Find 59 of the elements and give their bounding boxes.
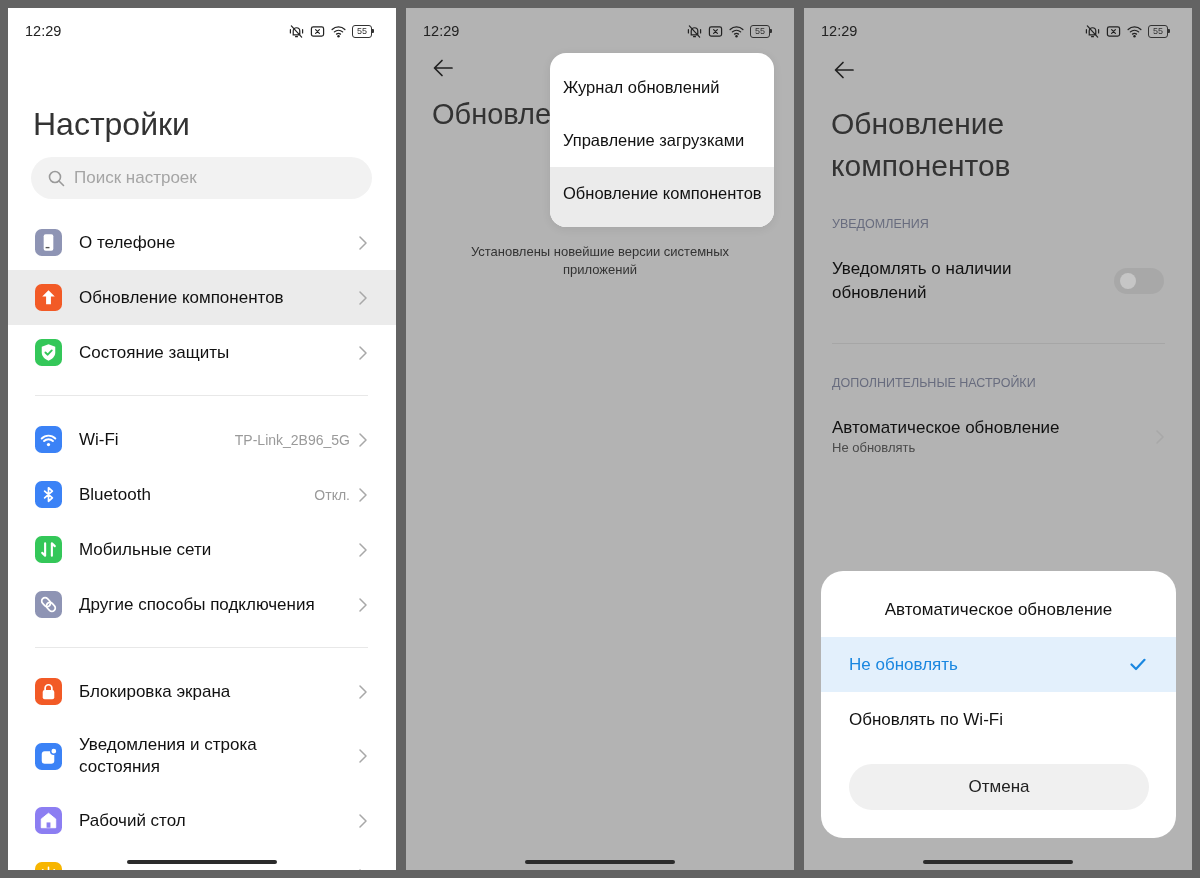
search-icon: [48, 169, 65, 187]
battery-indicator: 55: [750, 24, 772, 38]
chevron-right-icon: [359, 749, 367, 763]
item-value: Откл.: [314, 486, 350, 503]
settings-item[interactable]: Блокировка экрана: [8, 664, 396, 719]
battery-indicator: 55: [1148, 24, 1170, 38]
muted-bell-icon: [1085, 23, 1100, 39]
settings-item[interactable]: Обновление компонентов: [8, 270, 396, 325]
dialog-title: Автоматическое обновление: [883, 599, 1114, 621]
settings-item[interactable]: Уведомления и строка состояния: [8, 719, 396, 793]
chevron-right-icon: [359, 813, 367, 828]
no-sim-icon: [310, 23, 325, 39]
chevron-right-icon: [359, 487, 367, 502]
settings-item[interactable]: Рабочий стол: [8, 793, 396, 848]
wifi-signal-icon: [729, 23, 744, 39]
menu-item[interactable]: Управление загрузками: [550, 114, 774, 167]
chevron-right-icon: [359, 290, 367, 305]
page-title: Обновле: [432, 97, 552, 132]
setting-label: Уведомлять о наличии обновлений: [832, 258, 1013, 304]
setting-value: Не обновлять: [832, 439, 917, 457]
section-header: УВЕДОМЛЕНИЯ: [832, 216, 930, 232]
wifi-signal-icon: [1127, 23, 1142, 39]
no-sim-icon: [1106, 23, 1121, 39]
no-sim-icon: [708, 23, 723, 39]
checkmark-icon: [1130, 658, 1146, 671]
wifi-signal-icon: [331, 23, 346, 39]
page-title: Обновление компонентов: [831, 106, 1012, 184]
status-time: 12:29: [25, 23, 62, 39]
settings-item[interactable]: Другие способы подключения: [8, 577, 396, 632]
settings-item[interactable]: Wi-Fi TP-Link_2B96_5G: [8, 412, 396, 467]
settings-item[interactable]: О телефоне: [8, 215, 396, 270]
settings-item[interactable]: Bluetooth Откл.: [8, 467, 396, 522]
settings-item[interactable]: Состояние защиты: [8, 325, 396, 380]
chevron-right-icon: [359, 542, 367, 557]
back-arrow-icon[interactable]: [834, 61, 854, 79]
chevron-right-icon: [359, 684, 367, 699]
item-value: TP-Link_2B96_5G: [234, 431, 350, 448]
chevron-right-icon: [359, 432, 367, 447]
status-message: Установлены новейшие версии системных приложений: [469, 243, 731, 279]
cancel-button[interactable]: Отмена: [849, 764, 1149, 810]
muted-bell-icon: [687, 23, 702, 39]
menu-item[interactable]: Обновление компонентов: [550, 167, 774, 227]
status-time: 12:29: [423, 23, 460, 39]
setting-label: Автоматическое обновление: [832, 417, 1060, 439]
chevron-right-icon: [359, 345, 367, 360]
settings-item[interactable]: Мобильные сети: [8, 522, 396, 577]
status-time: 12:29: [821, 23, 858, 39]
section-header: ДОПОЛНИТЕЛЬНЫЕ НАСТРОЙКИ: [832, 375, 1037, 391]
dialog-option[interactable]: Обновлять по Wi-Fi: [821, 692, 1176, 747]
muted-bell-icon: [289, 23, 304, 39]
menu-item[interactable]: Журнал обновлений: [550, 61, 774, 114]
toggle-switch[interactable]: [1114, 268, 1164, 294]
back-arrow-icon[interactable]: [433, 59, 453, 77]
chevron-right-icon: [359, 235, 367, 250]
search-field[interactable]: Поиск настроек: [31, 157, 372, 199]
battery-indicator: 55: [352, 24, 374, 38]
chevron-right-icon: [359, 597, 367, 612]
page-title: Настройки: [33, 105, 191, 144]
setting-row[interactable]: Автоматическое обновление Не обновлять: [804, 417, 1192, 457]
